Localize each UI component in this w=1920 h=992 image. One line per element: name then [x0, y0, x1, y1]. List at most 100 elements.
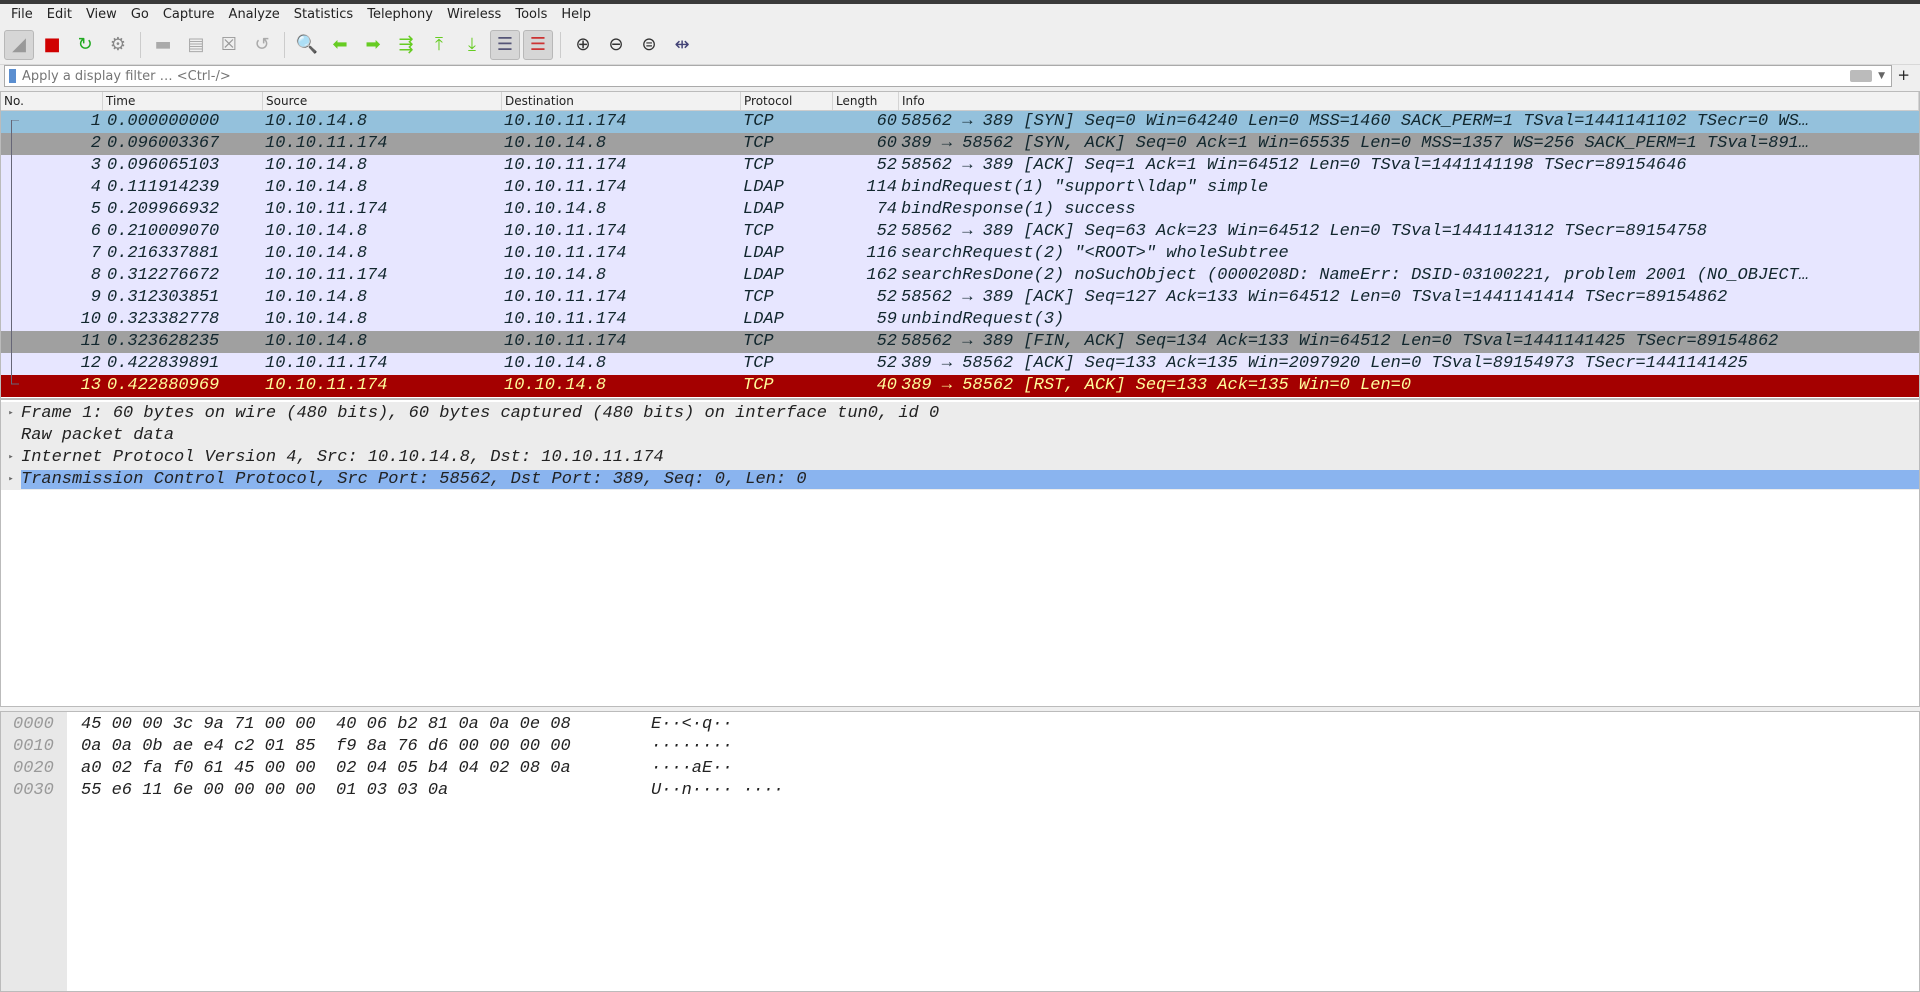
packet-row[interactable]: 12 0.422839891 10.10.11.174 10.10.14.8 TCP 52… [1, 353, 1919, 375]
capture-options-button[interactable]: ⚙ [103, 30, 133, 60]
detail-tree-item[interactable]: Raw packet data [1, 424, 1919, 446]
column-header-length[interactable]: Length [833, 92, 899, 110]
stop-capture-button[interactable]: ■ [37, 30, 67, 60]
packet-row[interactable]: 6 0.210009070 10.10.14.8 10.10.11.174 TCP 52 5… [1, 221, 1919, 243]
packet-bytes-pane[interactable]: 0000 0010 0020 0030 45 00 00 3c 9a 71 00 00… [0, 711, 1920, 992]
go-to-packet-button[interactable]: ⇶ [391, 30, 421, 60]
packet-src: 10.10.14.8 [265, 156, 368, 175]
packet-time: 0.216337881 [107, 244, 220, 263]
packet-details-pane[interactable]: ▸ Frame 1: 60 bytes on wire (480 bits), 6… [0, 399, 1920, 707]
hex-ascii[interactable]: ····aE·· [651, 758, 733, 780]
bookmark-icon[interactable] [9, 69, 16, 83]
display-filter-input[interactable] [22, 68, 1851, 84]
hex-bytes[interactable]: 0a 0a 0b ae e4 c2 01 85 f9 8a 76 d6 00 0… [67, 736, 651, 758]
open-file-button[interactable]: ▬ [148, 30, 178, 60]
column-header-source[interactable]: Source [263, 92, 502, 110]
save-file-icon: ▤ [187, 34, 205, 55]
shark-fin-start-button[interactable]: ◢ [4, 29, 34, 60]
packet-info: 389 → 58562 [SYN, ACK] Seq=0 Ack=1 Win=6… [901, 134, 1809, 153]
hex-bytes[interactable]: a0 02 fa f0 61 45 00 00 02 04 05 b4 04 0… [67, 758, 651, 780]
toolbar-separator [284, 31, 285, 58]
packet-len: 52 [876, 354, 897, 373]
autoscroll-button[interactable]: ☰ [490, 29, 520, 60]
detail-tree-item[interactable]: ▸ Frame 1: 60 bytes on wire (480 bits), 6… [1, 402, 1919, 424]
menu-help[interactable]: Help [554, 7, 598, 22]
menu-statistics[interactable]: Statistics [287, 7, 360, 22]
packet-row[interactable]: 4 0.111914239 10.10.14.8 10.10.11.174 LDAP 11… [1, 177, 1919, 199]
menu-tools[interactable]: Tools [508, 7, 554, 22]
add-filter-button[interactable]: + [1897, 66, 1910, 84]
packet-row[interactable]: 3 0.096065103 10.10.14.8 10.10.11.174 TCP 52 5… [1, 155, 1919, 177]
packet-row[interactable]: 1 0.000000000 10.10.14.8 10.10.11.174 TCP 60 5… [1, 111, 1919, 133]
packet-dst: 10.10.14.8 [504, 376, 607, 395]
packet-info: 58562 → 389 [ACK] Seq=1 Ack=1 Win=64512 … [901, 156, 1687, 175]
menu-edit[interactable]: Edit [40, 7, 79, 22]
menu-wireless[interactable]: Wireless [440, 7, 508, 22]
menu-view[interactable]: View [79, 7, 124, 22]
menu-analyze[interactable]: Analyze [222, 7, 287, 22]
packet-len: 59 [876, 310, 897, 329]
hex-ascii[interactable]: U··n···· ···· [651, 780, 784, 802]
expand-arrow-icon[interactable]: ▸ [1, 452, 21, 462]
column-header-destination[interactable]: Destination [502, 92, 741, 110]
column-header-no[interactable]: No. [1, 92, 103, 110]
last-packet-button[interactable]: ⤓ [457, 30, 487, 60]
close-file-button[interactable]: ☒ [214, 30, 244, 60]
zoom-in-button[interactable]: ⊕ [568, 30, 598, 60]
detail-tree-item[interactable]: ▸ Internet Protocol Version 4, Src: 10.10… [1, 446, 1919, 468]
packet-row[interactable]: 8 0.312276672 10.10.11.174 10.10.14.8 LDAP 16… [1, 265, 1919, 287]
packet-proto: LDAP [743, 200, 784, 219]
colorize-button[interactable]: ☰ [523, 29, 553, 60]
column-header-info[interactable]: Info [899, 92, 1919, 110]
packet-row[interactable]: 9 0.312303851 10.10.14.8 10.10.11.174 TCP 52 5… [1, 287, 1919, 309]
packet-src: 10.10.14.8 [265, 222, 368, 241]
hex-row: 55 e6 11 6e 00 00 00 00 01 03 03 0a U··n·… [67, 780, 784, 802]
menu-telephony[interactable]: Telephony [360, 7, 440, 22]
apply-filter-arrow-icon[interactable] [1850, 70, 1873, 82]
packet-row[interactable]: 7 0.216337881 10.10.14.8 10.10.11.174 LDAP 11… [1, 243, 1919, 265]
detail-text: Raw packet data [21, 425, 175, 445]
filter-history-dropdown-icon[interactable]: ▼ [1878, 71, 1885, 81]
packet-time: 0.096003367 [107, 134, 220, 153]
autoscroll-icon: ☰ [496, 34, 514, 55]
zoom-out-button[interactable]: ⊖ [601, 30, 631, 60]
menu-go[interactable]: Go [124, 7, 156, 22]
detail-text: Internet Protocol Version 4, Src: 10.10.… [21, 447, 664, 467]
restart-capture-button[interactable]: ↻ [70, 30, 100, 60]
hex-ascii[interactable]: ········ [651, 736, 733, 758]
go-back-button[interactable]: ⬅ [325, 30, 355, 60]
packet-info: 389 → 58562 [RST, ACK] Seq=133 Ack=135 W… [901, 376, 1412, 395]
packet-len: 40 [876, 376, 897, 395]
packet-dst: 10.10.11.174 [504, 244, 627, 263]
detail-tree-item[interactable]: ▸ Transmission Control Protocol, Src Port… [1, 468, 1919, 490]
hex-row: a0 02 fa f0 61 45 00 00 02 04 05 b4 04 0… [67, 758, 784, 780]
expand-arrow-icon[interactable]: ▸ [1, 408, 21, 418]
resize-columns-button[interactable]: ⇹ [667, 30, 697, 60]
hex-ascii[interactable]: E··<·q·· [651, 714, 733, 736]
expand-arrow-icon[interactable]: ▸ [1, 474, 21, 484]
packet-row[interactable]: 5 0.209966932 10.10.11.174 10.10.14.8 LDAP 74… [1, 199, 1919, 221]
packet-row[interactable]: 2 0.096003367 10.10.11.174 10.10.14.8 TCP 60 3… [1, 133, 1919, 155]
zoom-out-icon: ⊖ [608, 34, 624, 55]
column-header-time[interactable]: Time [103, 92, 263, 110]
packet-info: searchResDone(2) noSuchObject (0000208D:… [901, 266, 1809, 285]
hex-bytes[interactable]: 55 e6 11 6e 00 00 00 00 01 03 03 0a [67, 780, 651, 802]
packet-row[interactable]: 10 0.323382778 10.10.14.8 10.10.11.174 LDAP 5… [1, 309, 1919, 331]
packet-list[interactable]: No. Time Source Destination Protocol Length In… [0, 91, 1920, 399]
packet-row[interactable]: 13 0.422880969 10.10.11.174 10.10.14.8 TCP 40… [1, 375, 1919, 397]
find-packet-button[interactable]: 🔍 [292, 30, 322, 60]
reload-file-button[interactable]: ↺ [247, 30, 277, 60]
hex-row: 45 00 00 3c 9a 71 00 00 40 06 b2 81 0a 0… [67, 714, 784, 736]
packet-dst: 10.10.11.174 [504, 288, 627, 307]
first-packet-button[interactable]: ⤒ [424, 30, 454, 60]
hex-bytes[interactable]: 45 00 00 3c 9a 71 00 00 40 06 b2 81 0a 0… [67, 714, 651, 736]
menu-capture[interactable]: Capture [156, 7, 222, 22]
menu-file[interactable]: File [4, 7, 40, 22]
go-forward-button[interactable]: ➡ [358, 30, 388, 60]
packet-time: 0.312303851 [107, 288, 220, 307]
packet-src: 10.10.11.174 [265, 200, 388, 219]
save-file-button[interactable]: ▤ [181, 30, 211, 60]
packet-row[interactable]: 11 0.323628235 10.10.14.8 10.10.11.174 TCP 52… [1, 331, 1919, 353]
column-header-protocol[interactable]: Protocol [741, 92, 833, 110]
zoom-normal-button[interactable]: ⊜ [634, 30, 664, 60]
